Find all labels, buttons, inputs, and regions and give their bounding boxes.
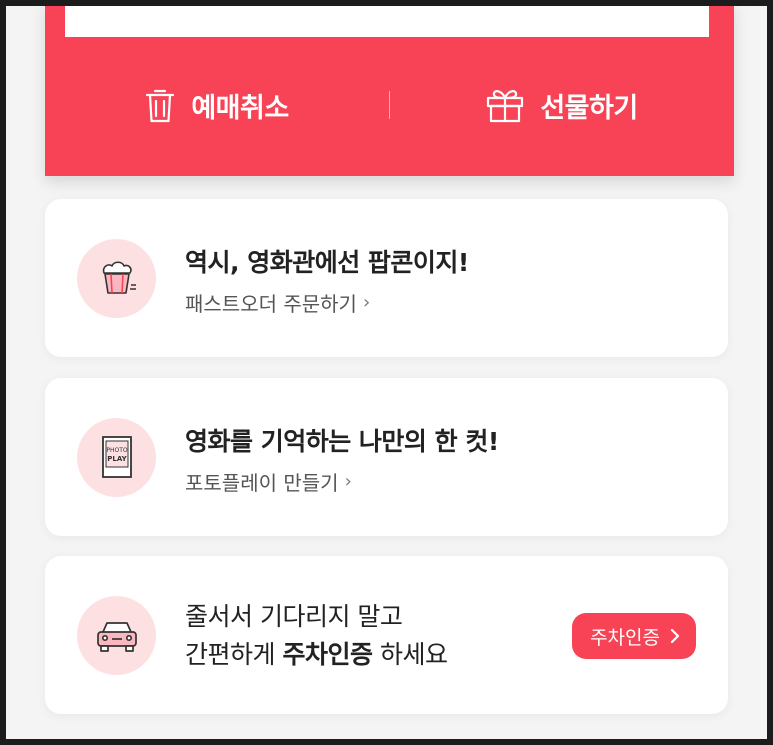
fast-order-label: 패스트오더 주문하기 <box>185 292 357 316</box>
photo-play-icon: PHOTO PLAY <box>77 418 156 497</box>
popcorn-card-title: 역시, 영화관에선 팝콘이지! <box>185 248 469 277</box>
popcorn-icon <box>77 239 156 318</box>
photo-icon-text: PHOTO <box>106 447 128 454</box>
cancel-reservation-button[interactable]: 예매취소 <box>45 86 389 125</box>
chevron-right-icon: › <box>344 471 352 492</box>
parking-certify-label: 주차인증 <box>590 626 660 649</box>
car-icon <box>77 596 156 675</box>
cancel-reservation-label: 예매취소 <box>191 92 289 124</box>
parking-card: 줄서서 기다리지 말고 간편하게 주차인증 하세요 주차인증 <box>45 556 728 714</box>
fast-order-link[interactable]: 패스트오더 주문하기 › <box>185 288 370 317</box>
screen: 예매취소 선물하기 역시, 영화관에선 팝콘이지! 패스트오더 주문하기 › P… <box>6 6 767 739</box>
parking-line-2: 간편하게 주차인증 하세요 <box>185 636 448 674</box>
parking-line-2-bold: 주차인증 <box>282 640 373 669</box>
parking-line-2-post: 하세요 <box>379 640 448 669</box>
photo-play-label: 포토플레이 만들기 <box>185 471 339 495</box>
photo-play-card[interactable]: PHOTO PLAY 영화를 기억하는 나만의 한 컷! 포토플레이 만들기 › <box>45 378 728 536</box>
trash-icon <box>145 86 175 124</box>
chevron-right-icon: › <box>362 292 371 313</box>
chevron-right-icon <box>670 628 680 644</box>
popcorn-card[interactable]: 역시, 영화관에선 팝콘이지! 패스트오더 주문하기 › <box>45 199 728 357</box>
parking-card-text: 줄서서 기다리지 말고 간편하게 주차인증 하세요 <box>185 598 448 674</box>
ticket-white-area <box>65 6 709 37</box>
ticket-panel: 예매취소 선물하기 <box>45 6 734 176</box>
play-icon-text: PLAY <box>107 455 127 463</box>
photo-play-link[interactable]: 포토플레이 만들기 › <box>185 467 352 496</box>
ticket-actions: 예매취소 선물하기 <box>45 70 734 140</box>
parking-line-1: 줄서서 기다리지 말고 <box>185 602 403 631</box>
gift-icon <box>486 87 524 123</box>
gift-button[interactable]: 선물하기 <box>390 86 734 125</box>
parking-line-2-pre: 간편하게 <box>185 640 276 669</box>
parking-certify-button[interactable]: 주차인증 <box>572 613 696 659</box>
photo-play-card-title: 영화를 기억하는 나만의 한 컷! <box>185 427 499 456</box>
gift-label: 선물하기 <box>540 92 638 124</box>
